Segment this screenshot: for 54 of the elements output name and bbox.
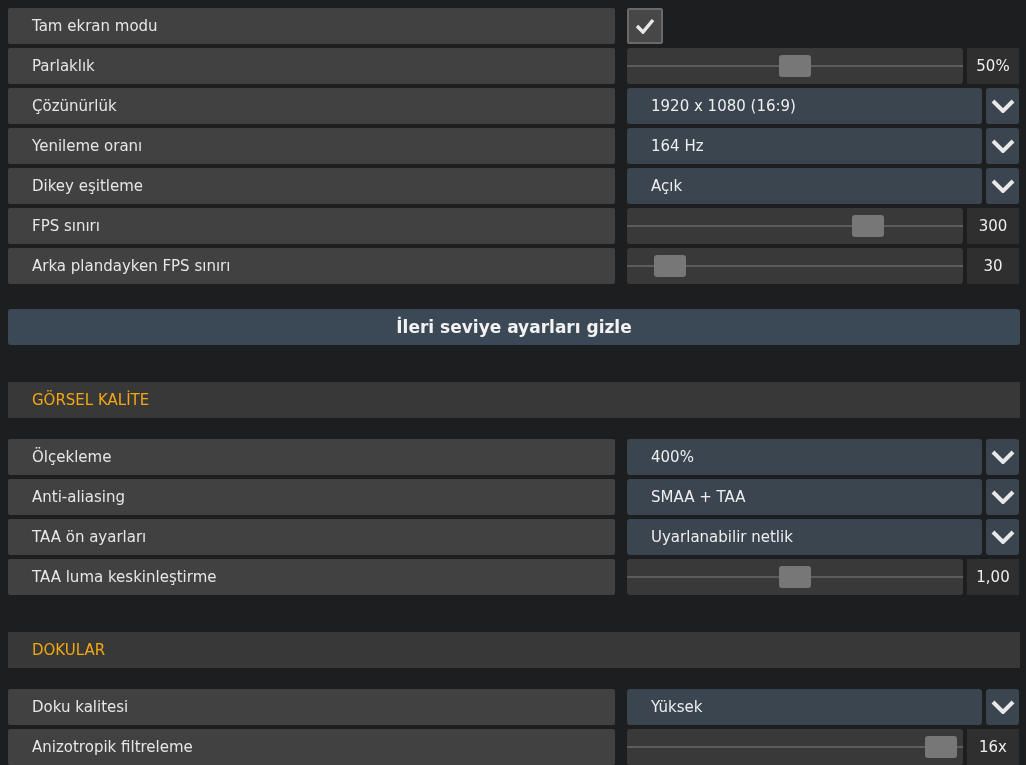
slider-thumb[interactable] xyxy=(779,566,811,588)
chevron-down-icon xyxy=(990,700,1015,714)
dropdown[interactable]: 400% xyxy=(627,439,982,475)
toggle-advanced-button[interactable]: İleri seviye ayarları gizle xyxy=(8,309,1020,345)
slider-thumb[interactable] xyxy=(851,215,884,237)
dropdown-arrow-button[interactable] xyxy=(986,689,1019,725)
dropdown-arrow-button[interactable] xyxy=(986,479,1019,515)
setting-label: FPS sınırı xyxy=(8,208,615,244)
dropdown[interactable]: Yüksek xyxy=(627,689,982,725)
slider-value: 16x xyxy=(967,729,1019,765)
section-header: GÖRSEL KALİTE xyxy=(8,382,1020,418)
chevron-down-icon xyxy=(990,490,1015,504)
slider-thumb[interactable] xyxy=(654,255,687,277)
slider-thumb[interactable] xyxy=(924,736,957,758)
setting-label: Doku kalitesi xyxy=(8,689,615,725)
dropdown[interactable]: 164 Hz xyxy=(627,128,982,164)
chevron-down-icon xyxy=(990,530,1015,544)
section-header: DOKULAR xyxy=(8,632,1020,668)
dropdown[interactable]: Uyarlanabilir netlik xyxy=(627,519,982,555)
setting-label: Parlaklık xyxy=(8,48,615,84)
chevron-down-icon xyxy=(990,450,1015,464)
checkbox[interactable] xyxy=(627,8,663,44)
setting-label: Çözünürlük xyxy=(8,88,615,124)
slider-track[interactable] xyxy=(627,729,963,765)
slider-track[interactable] xyxy=(627,559,963,595)
slider-track[interactable] xyxy=(627,208,963,244)
slider-value: 30 xyxy=(967,248,1019,284)
dropdown[interactable]: Açık xyxy=(627,168,982,204)
dropdown-arrow-button[interactable] xyxy=(986,168,1019,204)
slider-value: 50% xyxy=(967,48,1019,84)
dropdown[interactable]: SMAA + TAA xyxy=(627,479,982,515)
slider-track[interactable] xyxy=(627,248,963,284)
dropdown[interactable]: 1920 x 1080 (16:9) xyxy=(627,88,982,124)
setting-label: Anizotropik filtreleme xyxy=(8,729,615,765)
slider-thumb[interactable] xyxy=(779,55,811,77)
dropdown-arrow-button[interactable] xyxy=(986,128,1019,164)
setting-label: TAA ön ayarları xyxy=(8,519,615,555)
chevron-down-icon xyxy=(990,139,1015,153)
slider-track[interactable] xyxy=(627,48,963,84)
setting-label: Anti-aliasing xyxy=(8,479,615,515)
setting-label: Arka plandayken FPS sınırı xyxy=(8,248,615,284)
setting-label: Ölçekleme xyxy=(8,439,615,475)
dropdown-arrow-button[interactable] xyxy=(986,439,1019,475)
chevron-down-icon xyxy=(990,99,1015,113)
setting-label: Dikey eşitleme xyxy=(8,168,615,204)
slider-value: 300 xyxy=(967,208,1019,244)
dropdown-arrow-button[interactable] xyxy=(986,88,1019,124)
chevron-down-icon xyxy=(990,179,1015,193)
setting-label: Yenileme oranı xyxy=(8,128,615,164)
setting-label: TAA luma keskinleştirme xyxy=(8,559,615,595)
slider-value: 1,00 xyxy=(967,559,1019,595)
dropdown-arrow-button[interactable] xyxy=(986,519,1019,555)
setting-label: Tam ekran modu xyxy=(8,8,615,44)
checkmark-icon xyxy=(635,18,655,34)
